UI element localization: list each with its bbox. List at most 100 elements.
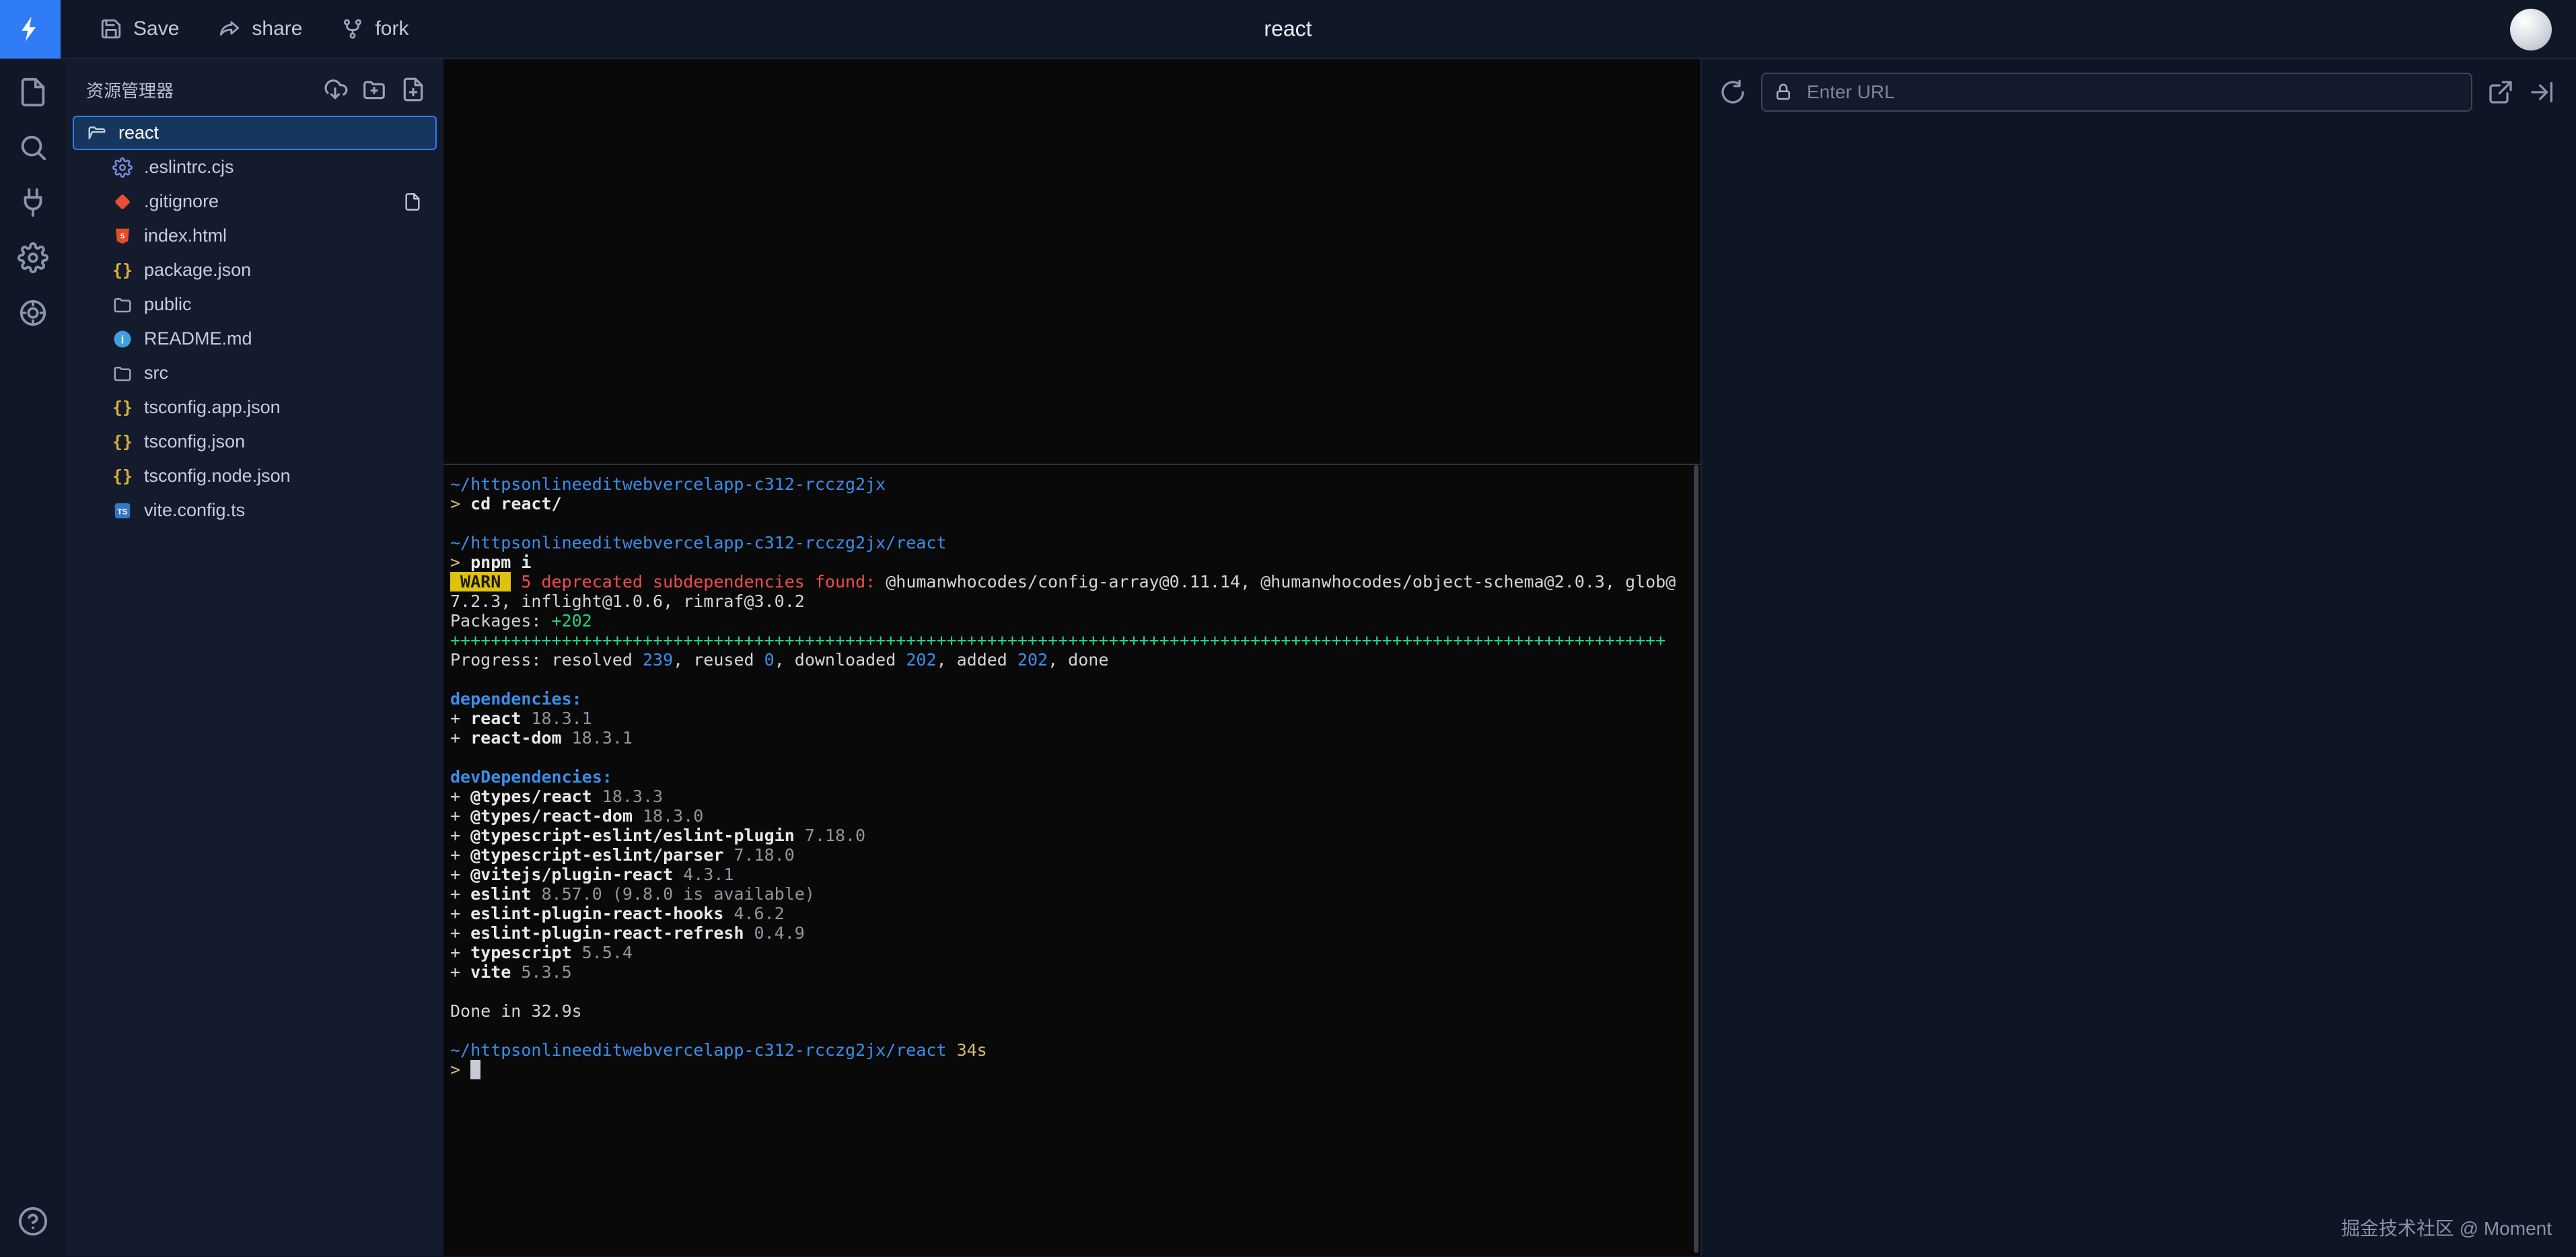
new-file-icon[interactable]	[400, 77, 426, 102]
open-external-icon[interactable]	[2487, 79, 2514, 106]
file-name: src	[144, 363, 168, 384]
user-avatar[interactable]	[2510, 9, 2552, 50]
cloud-download-icon[interactable]	[322, 77, 348, 102]
terminal-scrollbar[interactable]	[1694, 465, 1698, 1253]
terminal-text: >	[450, 494, 470, 513]
terminal-line: ~/httpsonlineeditwebvercelapp-c312-rcczg…	[450, 474, 1701, 494]
file-tree-item[interactable]: iREADME.md	[73, 322, 437, 356]
file-tree-item[interactable]: .gitignore	[73, 184, 437, 219]
terminal-line	[450, 982, 1701, 1001]
terminal-text: eslint-plugin-react-refresh	[470, 923, 744, 943]
terminal-text	[470, 1060, 480, 1079]
terminal-text: react-dom	[470, 728, 561, 748]
file-tree-item[interactable]: TS vite.config.ts	[73, 493, 437, 528]
terminal-text: +	[450, 787, 470, 806]
file-tree-item[interactable]: .eslintrc.cjs	[73, 150, 437, 184]
file-tree-item[interactable]: 5index.html	[73, 219, 437, 253]
terminal-line	[450, 670, 1701, 689]
terminal-line: Done in 32.9s	[450, 1001, 1701, 1021]
terminal-text: 7.18.0	[795, 826, 865, 845]
terminal-text: +	[450, 728, 470, 748]
svg-text:i: i	[121, 334, 124, 346]
save-label: Save	[133, 17, 179, 40]
save-button[interactable]: Save	[100, 17, 179, 40]
app-logo[interactable]	[0, 0, 61, 59]
settings-icon[interactable]	[17, 242, 48, 273]
files-icon[interactable]	[17, 77, 48, 108]
terminal-text: ~/httpsonlineeditwebvercelapp-c312-rcczg…	[450, 474, 886, 494]
collapse-right-icon[interactable]	[2529, 79, 2556, 106]
url-bar	[1761, 73, 2472, 112]
terminal-text: devDependencies:	[450, 767, 612, 787]
terminal-text: 5.5.4	[572, 943, 633, 962]
terminal-text: @typescript-eslint/parser	[470, 845, 723, 865]
terminal-text: Progress: resolved	[450, 650, 643, 670]
terminal-line	[450, 1021, 1701, 1040]
file-name: index.html	[144, 225, 227, 246]
file-tree-item[interactable]: {}package.json	[73, 253, 437, 287]
terminal-text: , downloaded	[775, 650, 906, 670]
terminal-text: cd react/	[470, 494, 561, 513]
file-name: vite.config.ts	[144, 500, 245, 521]
search-icon[interactable]	[17, 132, 48, 163]
terminal-text: +202	[552, 611, 592, 631]
terminal-line: + vite 5.3.5	[450, 962, 1701, 982]
new-folder-icon[interactable]	[361, 77, 387, 102]
fork-label: fork	[375, 17, 408, 40]
terminal-text: typescript	[470, 943, 572, 962]
terminal-text: vite	[470, 962, 511, 982]
preview-panel: 掘金技术社区 @ Moment	[1701, 59, 2576, 1256]
terminal-text: 202	[1017, 650, 1048, 670]
terminal-line: + @types/react 18.3.3	[450, 787, 1701, 806]
main-area: 资源管理器 react.eslintrc.cjs .gitignore 5index…	[0, 59, 2576, 1256]
terminal-line: > pnpm i	[450, 552, 1701, 572]
file-tree-item[interactable]: {}tsconfig.app.json	[73, 390, 437, 425]
file-name: tsconfig.app.json	[144, 397, 281, 418]
url-input[interactable]	[1761, 73, 2472, 112]
plug-icon[interactable]	[17, 187, 48, 218]
share-button[interactable]: share	[218, 17, 302, 40]
file-name: public	[144, 294, 192, 315]
terminal-line: 7.2.3, inflight@1.0.6, rimraf@3.0.2	[450, 591, 1701, 611]
terminal-text: >	[450, 552, 470, 572]
top-bar: Save share fork react	[0, 0, 2576, 59]
terminal-line: Packages: +202	[450, 611, 1701, 631]
file-explorer-panel: 资源管理器 react.eslintrc.cjs .gitignore 5index…	[66, 59, 443, 1256]
terminal-text: Packages:	[450, 611, 552, 631]
terminal-line: + react-dom 18.3.1	[450, 728, 1701, 748]
manage-icon[interactable]	[17, 297, 48, 328]
info-icon: i	[112, 328, 133, 350]
terminal-line: + @types/react-dom 18.3.0	[450, 806, 1701, 826]
fork-button[interactable]: fork	[341, 17, 408, 40]
terminal-text: ++++++++++++++++++++++++++++++++++++++++…	[450, 631, 1666, 650]
braces-icon: {}	[112, 466, 133, 487]
terminal-text: 7.18.0	[723, 845, 794, 865]
braces-icon: {}	[112, 431, 133, 453]
file-tree-item[interactable]: {} tsconfig.node.json	[73, 459, 437, 493]
terminal-text: +	[450, 865, 470, 884]
terminal-line: + @typescript-eslint/eslint-plugin 7.18.…	[450, 826, 1701, 845]
file-tree-item[interactable]: {} tsconfig.json	[73, 425, 437, 459]
terminal-text: 239	[643, 650, 673, 670]
terminal-text	[511, 572, 521, 591]
file-name: .gitignore	[144, 191, 219, 212]
file-name: tsconfig.node.json	[144, 466, 291, 487]
terminal-text: WARN	[450, 572, 511, 591]
reload-icon[interactable]	[1719, 79, 1746, 106]
terminal-line: >	[450, 1060, 1701, 1079]
file-name: tsconfig.json	[144, 431, 245, 452]
help-icon[interactable]	[17, 1206, 48, 1237]
terminal-text: +	[450, 962, 470, 982]
eslint-icon	[112, 157, 133, 178]
ts-icon: TS	[112, 500, 133, 522]
folder-tree-item[interactable]: public	[73, 287, 437, 322]
terminal-text: 202	[906, 650, 936, 670]
folder-tree-item[interactable]: react	[73, 116, 437, 150]
activity-bar	[0, 59, 66, 1256]
terminal[interactable]: ~/httpsonlineeditwebvercelapp-c312-rcczg…	[443, 464, 1701, 1256]
editor-pane	[443, 59, 1701, 464]
terminal-line: > cd react/	[450, 494, 1701, 513]
terminal-text: >	[450, 1060, 470, 1079]
folder-tree-item[interactable]: src	[73, 356, 437, 390]
explorer-header: 资源管理器	[66, 59, 443, 116]
